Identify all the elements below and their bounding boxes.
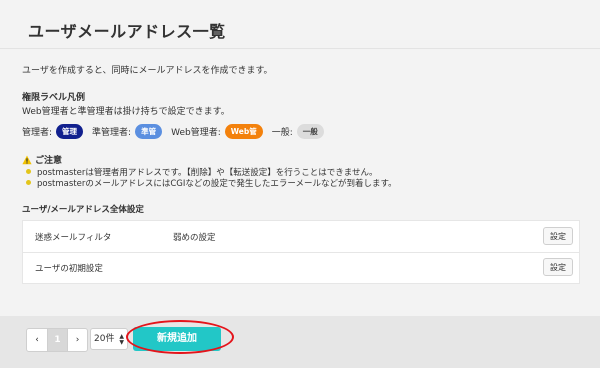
intro-text: ユーザを作成すると、同時にメールアドレスを作成できます。 bbox=[22, 66, 273, 76]
bullet-icon bbox=[26, 180, 31, 185]
add-new-button[interactable]: 新規追加 bbox=[133, 327, 221, 351]
per-page-select[interactable]: 20件 ▲ ▼ bbox=[90, 328, 128, 350]
legend-label-admin: 管理者: bbox=[22, 127, 53, 138]
bullet-icon bbox=[26, 169, 31, 174]
per-page-value: 20件 bbox=[94, 334, 115, 344]
badge-normal: 一般 bbox=[296, 123, 324, 139]
notice-item: postmasterのメールアドレスにはCGIなどの設定で発生したエラーメールな… bbox=[26, 177, 397, 189]
page-title: ユーザメールアドレス一覧 bbox=[28, 22, 226, 41]
settings-row-spam-filter: 迷惑メールフィルタ 弱めの設定 設定 bbox=[23, 221, 579, 253]
settings-title: ユーザ/メールアドレス全体設定 bbox=[22, 205, 144, 215]
settings-table: 迷惑メールフィルタ 弱めの設定 設定 ユーザの初期設定 設定 bbox=[22, 220, 580, 284]
notice-list: postmasterは管理者用アドレスです。【削除】や【転送設定】を行うことはで… bbox=[26, 166, 397, 189]
settings-row-user-defaults: ユーザの初期設定 設定 bbox=[23, 252, 579, 283]
legend-label-webadmin: Web管理者: bbox=[171, 127, 221, 138]
legend-title: 権限ラベル凡例 bbox=[22, 93, 86, 103]
warning-icon bbox=[22, 155, 32, 164]
notice-text: postmasterのメールアドレスにはCGIなどの設定で発生したエラーメールな… bbox=[37, 178, 397, 189]
settings-label: 迷惑メールフィルタ bbox=[35, 233, 112, 243]
select-arrows-icon: ▲ ▼ bbox=[119, 333, 124, 346]
next-page-button[interactable]: › bbox=[67, 329, 87, 351]
legend-label-normal: 一般: bbox=[271, 127, 293, 138]
user-defaults-settings-button[interactable]: 設定 bbox=[543, 258, 573, 276]
legend-label-subadmin: 準管理者: bbox=[92, 127, 132, 138]
settings-value: 弱めの設定 bbox=[173, 233, 216, 243]
spam-filter-settings-button[interactable]: 設定 bbox=[543, 227, 573, 245]
legend-row: 管理者: 管理 準管理者: 準管 Web管理者: Web管 一般: 一般 bbox=[22, 123, 333, 139]
prev-page-button[interactable]: ‹ bbox=[27, 329, 47, 351]
badge-webadmin: Web管 bbox=[224, 123, 263, 139]
current-page-button[interactable]: 1 bbox=[47, 329, 67, 351]
legend-description: Web管理者と準管理者は掛け持ちで設定できます。 bbox=[22, 107, 230, 117]
notice-title: ご注意 bbox=[35, 156, 63, 166]
title-divider bbox=[0, 48, 600, 49]
settings-label: ユーザの初期設定 bbox=[35, 264, 103, 274]
page: ユーザメールアドレス一覧 ユーザを作成すると、同時にメールアドレスを作成できます… bbox=[0, 0, 600, 316]
badge-subadmin: 準管 bbox=[135, 123, 163, 139]
notice-heading: ご注意 bbox=[22, 153, 62, 166]
notice-item: postmasterは管理者用アドレスです。【削除】や【転送設定】を行うことはで… bbox=[26, 166, 397, 178]
badge-admin: 管理 bbox=[56, 123, 84, 139]
pagination: ‹ 1 › bbox=[26, 328, 88, 352]
